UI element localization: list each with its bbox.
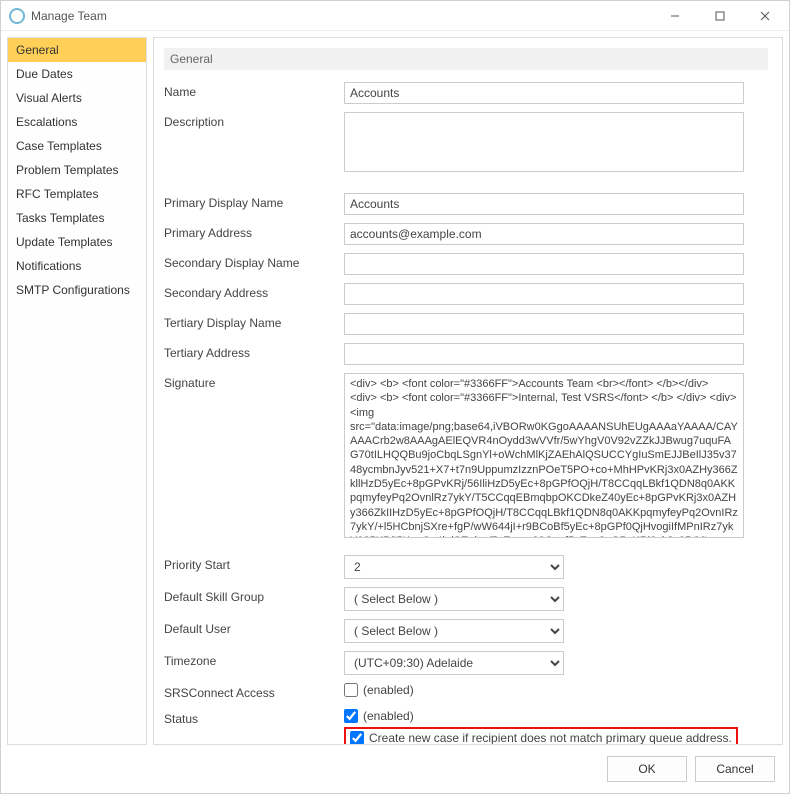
label-description: Description	[164, 112, 344, 129]
status-text: (enabled)	[363, 709, 414, 723]
sidebar-item-general[interactable]: General	[8, 38, 146, 62]
label-status: Status	[164, 709, 344, 726]
label-name: Name	[164, 82, 344, 99]
label-primary-address: Primary Address	[164, 223, 344, 240]
close-button[interactable]	[742, 2, 787, 30]
label-default-user: Default User	[164, 619, 344, 636]
window-title: Manage Team	[31, 9, 652, 23]
sidebar-item-rfc-templates[interactable]: RFC Templates	[8, 182, 146, 206]
status-checkbox[interactable]	[344, 709, 358, 723]
primary-display-name-input[interactable]	[344, 193, 744, 215]
label-default-skill-group: Default Skill Group	[164, 587, 344, 604]
create-case-no-match-checkbox[interactable]	[350, 731, 364, 745]
secondary-display-name-input[interactable]	[344, 253, 744, 275]
srsconnect-access-checkbox[interactable]	[344, 683, 358, 697]
label-tertiary-address: Tertiary Address	[164, 343, 344, 360]
secondary-address-input[interactable]	[344, 283, 744, 305]
sidebar-item-notifications[interactable]: Notifications	[8, 254, 146, 278]
sidebar-item-visual-alerts[interactable]: Visual Alerts	[8, 86, 146, 110]
manage-team-window: Manage Team General Due Dates Visual Ale…	[0, 0, 790, 794]
label-secondary-address: Secondary Address	[164, 283, 344, 300]
priority-start-select[interactable]: 2	[344, 555, 564, 579]
label-tertiary-display-name: Tertiary Display Name	[164, 313, 344, 330]
description-input[interactable]	[344, 112, 744, 172]
app-logo-icon	[9, 8, 25, 24]
maximize-button[interactable]	[697, 2, 742, 30]
ok-button[interactable]: OK	[607, 756, 687, 782]
label-priority-start: Priority Start	[164, 555, 344, 572]
tertiary-address-input[interactable]	[344, 343, 744, 365]
default-user-select[interactable]: ( Select Below )	[344, 619, 564, 643]
titlebar: Manage Team	[1, 1, 789, 31]
name-input[interactable]	[344, 82, 744, 104]
sidebar-item-tasks-templates[interactable]: Tasks Templates	[8, 206, 146, 230]
label-secondary-display-name: Secondary Display Name	[164, 253, 344, 270]
sidebar-item-case-templates[interactable]: Case Templates	[8, 134, 146, 158]
default-skill-group-select[interactable]: ( Select Below )	[344, 587, 564, 611]
srsconnect-access-text: (enabled)	[363, 683, 414, 697]
label-signature: Signature	[164, 373, 344, 390]
label-timezone: Timezone	[164, 651, 344, 668]
sidebar-item-problem-templates[interactable]: Problem Templates	[8, 158, 146, 182]
label-primary-display-name: Primary Display Name	[164, 193, 344, 210]
tertiary-display-name-input[interactable]	[344, 313, 744, 335]
highlight-create-case-no-match: Create new case if recipient does not ma…	[344, 727, 738, 745]
section-title: General	[164, 48, 768, 70]
cancel-button[interactable]: Cancel	[695, 756, 775, 782]
minimize-button[interactable]	[652, 2, 697, 30]
create-case-no-match-text: Create new case if recipient does not ma…	[369, 731, 732, 745]
signature-input[interactable]: <div> <b> <font color="#3366FF">Accounts…	[344, 373, 744, 538]
primary-address-input[interactable]	[344, 223, 744, 245]
sidebar-item-escalations[interactable]: Escalations	[8, 110, 146, 134]
main-panel: General Name Description Primary Display…	[153, 37, 783, 745]
timezone-select[interactable]: (UTC+09:30) Adelaide	[344, 651, 564, 675]
sidebar: General Due Dates Visual Alerts Escalati…	[7, 37, 147, 745]
sidebar-item-due-dates[interactable]: Due Dates	[8, 62, 146, 86]
dialog-footer: OK Cancel	[1, 745, 789, 793]
sidebar-item-smtp-config[interactable]: SMTP Configurations	[8, 278, 146, 302]
sidebar-item-update-templates[interactable]: Update Templates	[8, 230, 146, 254]
label-srsconnect-access: SRSConnect Access	[164, 683, 344, 700]
